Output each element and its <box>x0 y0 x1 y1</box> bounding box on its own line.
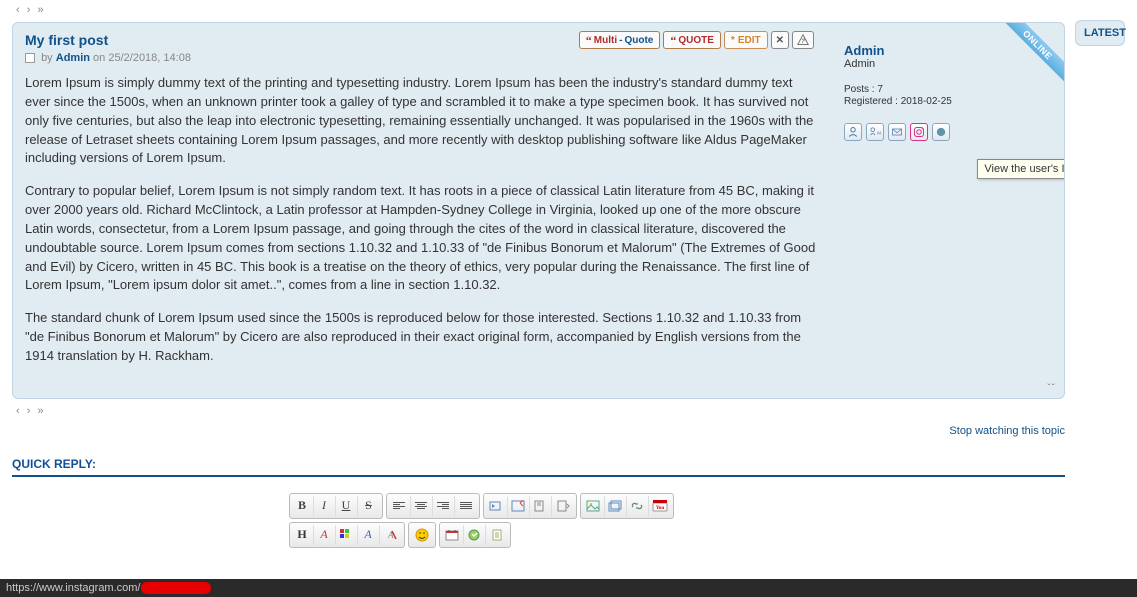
pm-icon[interactable]: MP <box>866 123 884 141</box>
status-url: https://www.instagram.com/ <box>6 582 141 594</box>
list-ol-button[interactable] <box>508 496 530 516</box>
align-justify-button[interactable] <box>455 496 477 516</box>
ip-button[interactable]: ? <box>792 31 814 49</box>
remove-format-button[interactable]: A <box>380 525 402 545</box>
underline-button[interactable]: U <box>336 496 358 516</box>
emoji-button[interactable] <box>411 525 433 545</box>
delete-button[interactable]: ✕ <box>771 31 789 49</box>
align-center-button[interactable] <box>411 496 433 516</box>
paste-button[interactable] <box>486 525 508 545</box>
multi-quote-button[interactable]: “ Multi - Quote <box>579 31 661 49</box>
multi-label: Multi <box>594 35 617 46</box>
email-icon[interactable] <box>888 123 906 141</box>
svg-text:You: You <box>655 506 664 511</box>
list-ul-button[interactable] <box>486 496 508 516</box>
editor-toolbar-row2: H A A A <box>289 522 789 548</box>
post-content: Lorem Ipsum is simply dummy text of the … <box>25 74 820 366</box>
svg-text:?: ? <box>801 38 805 45</box>
post-date: 25/2/2018, 14:08 <box>108 52 191 64</box>
font-family-button[interactable]: A <box>358 525 380 545</box>
profile-post-count: 7 <box>877 84 883 95</box>
post-paragraph: Lorem Ipsum is simply dummy text of the … <box>25 74 820 168</box>
post: “ Multi - Quote “ QUOTE EDIT ✕ ? <box>12 22 1065 399</box>
strike-button[interactable]: S <box>358 496 380 516</box>
quick-reply-header: QUICK REPLY: <box>12 457 1065 477</box>
post-meta: by Admin on 25/2/2018, 14:08 <box>25 52 820 64</box>
redacted-segment <box>141 582 211 594</box>
quote-button[interactable]: “ QUOTE <box>663 31 721 49</box>
post-title-link[interactable]: My first post <box>25 32 108 48</box>
font-size-button[interactable]: A <box>314 525 336 545</box>
stop-watching-link[interactable]: Stop watching this topic <box>949 425 1065 437</box>
latest-widget[interactable]: LATEST <box>1075 20 1125 46</box>
profile-contact-icons: MP <box>844 123 1052 141</box>
browser-status-bar: https://www.instagram.com/ <box>0 579 1137 597</box>
profile-icon[interactable] <box>844 123 862 141</box>
svg-text:MP: MP <box>877 130 881 135</box>
date-button[interactable] <box>442 525 464 545</box>
link-button[interactable] <box>627 496 649 516</box>
resize-handle-icon: ˇˇ <box>1047 383 1056 394</box>
post-paragraph: Contrary to popular belief, Lorem Ipsum … <box>25 182 820 295</box>
header-button[interactable]: H <box>292 525 314 545</box>
instagram-icon[interactable] <box>910 123 928 141</box>
align-left-button[interactable] <box>389 496 411 516</box>
bold-button[interactable]: B <box>292 496 314 516</box>
image-host-button[interactable] <box>605 496 627 516</box>
quote-mark-icon: “ <box>586 33 592 48</box>
post-action-bar: “ Multi - Quote “ QUOTE EDIT ✕ ? <box>579 31 814 49</box>
page-icon <box>25 53 35 63</box>
quote-block-button[interactable] <box>530 496 552 516</box>
instagram-tooltip: View the user's Instagram account <box>977 159 1065 179</box>
code-block-button[interactable] <box>552 496 574 516</box>
image-button[interactable] <box>583 496 605 516</box>
post-profile: Admin Admin Posts : 7 Registered : 2018-… <box>832 23 1064 398</box>
profile-reg-date: 2018-02-25 <box>901 96 952 107</box>
quote-mark-icon: “ <box>670 33 676 48</box>
youtube-button[interactable]: You <box>649 496 671 516</box>
font-color-button[interactable] <box>336 525 358 545</box>
top-dots: ‹ › » <box>16 4 1065 16</box>
edit-button[interactable]: EDIT <box>724 31 768 49</box>
info-triangle-icon: ? <box>797 34 809 46</box>
spoiler-button[interactable] <box>464 525 486 545</box>
editor-toolbar-row1: B I U S <box>289 493 789 519</box>
quick-reply-editor: B I U S <box>289 493 789 548</box>
align-right-button[interactable] <box>433 496 455 516</box>
bottom-dots: ‹ › » <box>16 405 1065 417</box>
post-paragraph: The standard chunk of Lorem Ipsum used s… <box>25 309 820 366</box>
italic-button[interactable]: I <box>314 496 336 516</box>
post-author-link[interactable]: Admin <box>56 52 90 64</box>
website-icon[interactable] <box>932 123 950 141</box>
online-ribbon <box>994 23 1064 93</box>
